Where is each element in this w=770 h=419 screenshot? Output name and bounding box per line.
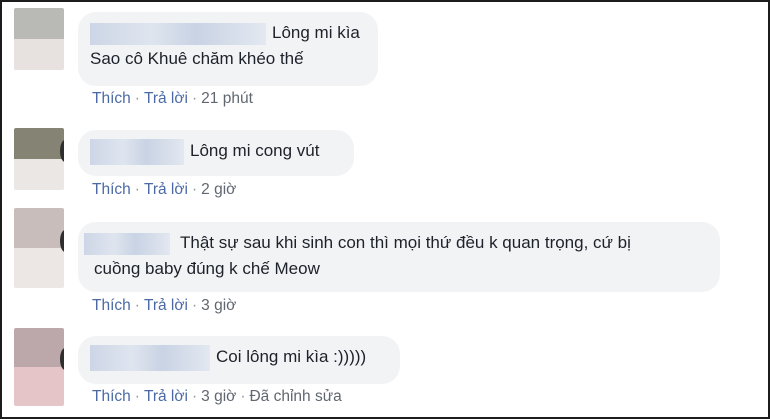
redacted-author-name[interactable]: [90, 138, 184, 165]
redacted-author-name[interactable]: [84, 232, 170, 255]
reply-link[interactable]: Trả lời: [144, 388, 188, 405]
redacted-author-name[interactable]: [90, 344, 210, 371]
avatar[interactable]: [14, 128, 64, 190]
comment-bubble: Coi lông mi kìa :))))): [78, 336, 400, 384]
comment-thread: Lông mi kìa Sao cô Khuê chăm khéo thế Th…: [0, 0, 770, 419]
comment-text-line: Sao cô Khuê chăm khéo thế: [90, 49, 304, 68]
avatar[interactable]: [14, 8, 64, 70]
redacted-author-name[interactable]: [90, 22, 266, 45]
like-link[interactable]: Thích: [92, 181, 131, 198]
like-link[interactable]: Thích: [92, 90, 131, 107]
avatar[interactable]: [14, 208, 64, 288]
comment-bubble: Lông mi kìa Sao cô Khuê chăm khéo thế: [78, 12, 378, 86]
comment-text-line: Lông mi kìa: [272, 23, 360, 42]
comment-text-line: cuồng baby đúng k chế Meow: [94, 259, 320, 278]
comment-bubble: Lông mi cong vút: [78, 130, 354, 176]
comment-bubble: Thật sự sau khi sinh con thì mọi thứ đều…: [78, 222, 720, 292]
reply-link[interactable]: Trả lời: [144, 90, 188, 107]
avatar[interactable]: [14, 328, 64, 406]
timestamp[interactable]: 3 giờ: [201, 297, 236, 314]
like-link[interactable]: Thích: [92, 297, 131, 314]
comment-actions: Thích · Trả lời · 3 giờ · Đã chỉnh sửa: [92, 388, 342, 405]
timestamp[interactable]: 21 phút: [201, 90, 253, 107]
comment-actions: Thích · Trả lời · 2 giờ: [92, 181, 237, 198]
reply-link[interactable]: Trả lời: [144, 297, 188, 314]
like-link[interactable]: Thích: [92, 388, 131, 405]
comment-actions: Thích · Trả lời · 3 giờ: [92, 297, 237, 314]
edited-label[interactable]: Đã chỉnh sửa: [249, 388, 341, 405]
comment-text-line: Thật sự sau khi sinh con thì mọi thứ đều…: [180, 233, 631, 252]
timestamp[interactable]: 2 giờ: [201, 181, 236, 198]
timestamp[interactable]: 3 giờ: [201, 388, 236, 405]
comment-actions: Thích · Trả lời · 21 phút: [92, 90, 253, 107]
reply-link[interactable]: Trả lời: [144, 181, 188, 198]
comment-text-line: Lông mi cong vút: [190, 141, 320, 160]
comment-text-line: Coi lông mi kìa :))))): [216, 347, 367, 366]
